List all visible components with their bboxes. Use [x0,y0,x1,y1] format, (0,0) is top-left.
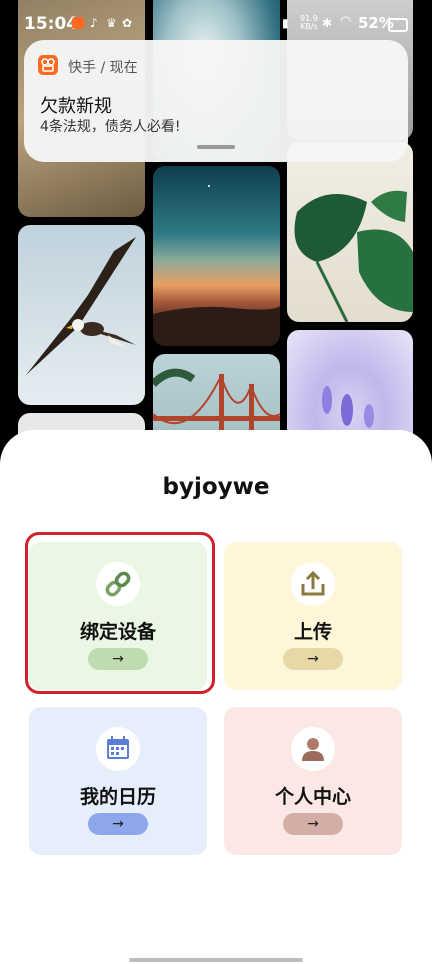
my-calendar-label: 我的日历 [79,786,156,808]
crown-icon: ♛ [106,16,117,30]
wallpaper-tile-plant[interactable] [287,142,413,322]
notification-title: 欠款新规 [40,96,112,117]
mountain-silhouette [153,185,280,346]
wifi-icon: ◠ [340,14,352,29]
notification-body: 4条法规，债务人必看! [40,119,181,135]
network-speed-unit: KB/s [300,22,318,31]
tiktok-icon: ♪ [90,16,98,30]
personal-center-arrow-button[interactable]: → [283,813,343,835]
brand-title: byjoywe [162,474,270,500]
home-indicator[interactable] [129,958,303,962]
user-icon [291,727,335,771]
upload-arrow-button[interactable]: → [283,648,343,670]
my-calendar-arrow-button[interactable]: → [88,813,148,835]
network-speed: 91.9 KB/s [300,15,318,31]
bluetooth-icon: ✱ [322,16,333,30]
monstera-leaf-image [294,190,413,322]
wallpaper-tile-sunset[interactable] [153,166,280,346]
fan-icon: ✿ [122,16,133,30]
vibrate-icon: ▮ [282,16,289,30]
upload-label: 上传 [293,621,332,643]
notification-card[interactable]: 快手 / 现在 欠款新规 4条法规，债务人必看! [24,40,408,162]
notification-app-line: 快手 / 现在 [68,60,138,76]
my-calendar-card[interactable]: 我的日历 → [29,707,207,855]
bottom-sheet: byjoywe 绑定设备 → 上传 → 我的日历 → 个人中心 → [0,430,432,964]
upload-card[interactable]: 上传 → [224,542,402,690]
notification-drag-handle[interactable] [197,145,235,149]
eagle-image [26,237,136,375]
kuaishou-app-icon [38,55,58,75]
calendar-icon [96,727,140,771]
battery-icon [388,18,408,32]
selection-highlight-box [25,532,215,694]
personal-center-label: 个人中心 [274,786,351,808]
kuaishou-notification-icon [72,17,84,29]
personal-center-card[interactable]: 个人中心 → [224,707,402,855]
wallpaper-tile-eagle[interactable] [18,225,145,405]
status-time: 15:04 [24,14,79,34]
upload-icon [291,562,335,606]
